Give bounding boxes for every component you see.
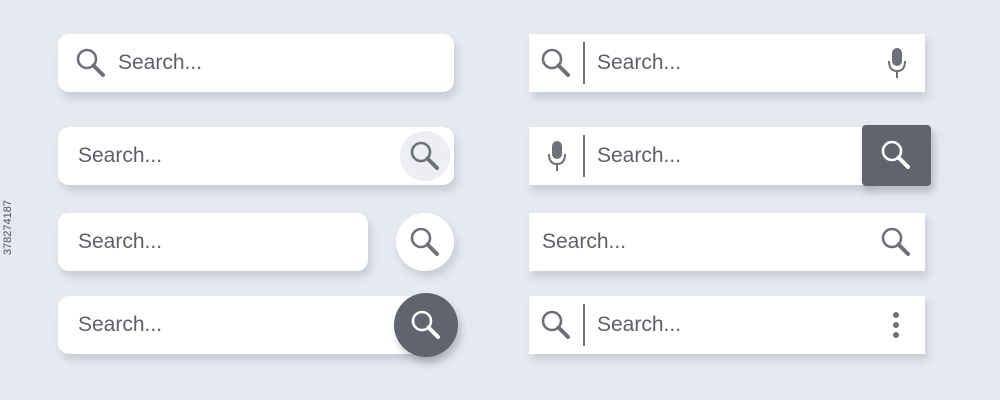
search-icon[interactable] bbox=[879, 225, 913, 259]
divider bbox=[583, 42, 585, 84]
search-bar-4[interactable]: Search... bbox=[58, 296, 438, 354]
search-bar-1[interactable]: Search... bbox=[58, 34, 454, 92]
search-bar-5[interactable]: Search... bbox=[529, 34, 925, 92]
search-bar-3[interactable]: Search... bbox=[58, 213, 368, 271]
search-icon bbox=[881, 140, 910, 169]
search-bar-8[interactable]: Search... bbox=[529, 296, 925, 354]
search-input-placeholder[interactable]: Search... bbox=[597, 144, 681, 168]
search-icon bbox=[410, 141, 439, 170]
search-button[interactable] bbox=[394, 293, 458, 357]
search-input-placeholder[interactable]: Search... bbox=[118, 51, 202, 75]
more-vertical-icon[interactable] bbox=[891, 310, 901, 340]
search-button[interactable] bbox=[396, 213, 454, 271]
search-bar-2[interactable]: Search... bbox=[58, 127, 454, 185]
divider bbox=[583, 135, 585, 177]
search-input-placeholder[interactable]: Search... bbox=[78, 144, 162, 168]
search-icon[interactable] bbox=[74, 46, 108, 80]
search-input-placeholder[interactable]: Search... bbox=[78, 313, 162, 337]
search-icon[interactable] bbox=[539, 46, 573, 80]
microphone-icon[interactable] bbox=[547, 139, 567, 173]
search-input-placeholder[interactable]: Search... bbox=[542, 230, 626, 254]
microphone-icon[interactable] bbox=[887, 46, 907, 80]
search-icon bbox=[411, 310, 440, 339]
search-input-placeholder[interactable]: Search... bbox=[597, 51, 681, 75]
stock-id: 378274187 bbox=[2, 200, 14, 256]
search-bar-7[interactable]: Search... bbox=[529, 213, 925, 271]
search-icon bbox=[410, 227, 439, 256]
divider bbox=[583, 304, 585, 346]
search-bar-6[interactable]: Search... bbox=[529, 127, 869, 185]
search-input-placeholder[interactable]: Search... bbox=[78, 230, 162, 254]
search-button[interactable] bbox=[862, 125, 931, 186]
search-input-placeholder[interactable]: Search... bbox=[597, 313, 681, 337]
search-icon[interactable] bbox=[539, 308, 573, 342]
search-button[interactable] bbox=[400, 131, 450, 181]
